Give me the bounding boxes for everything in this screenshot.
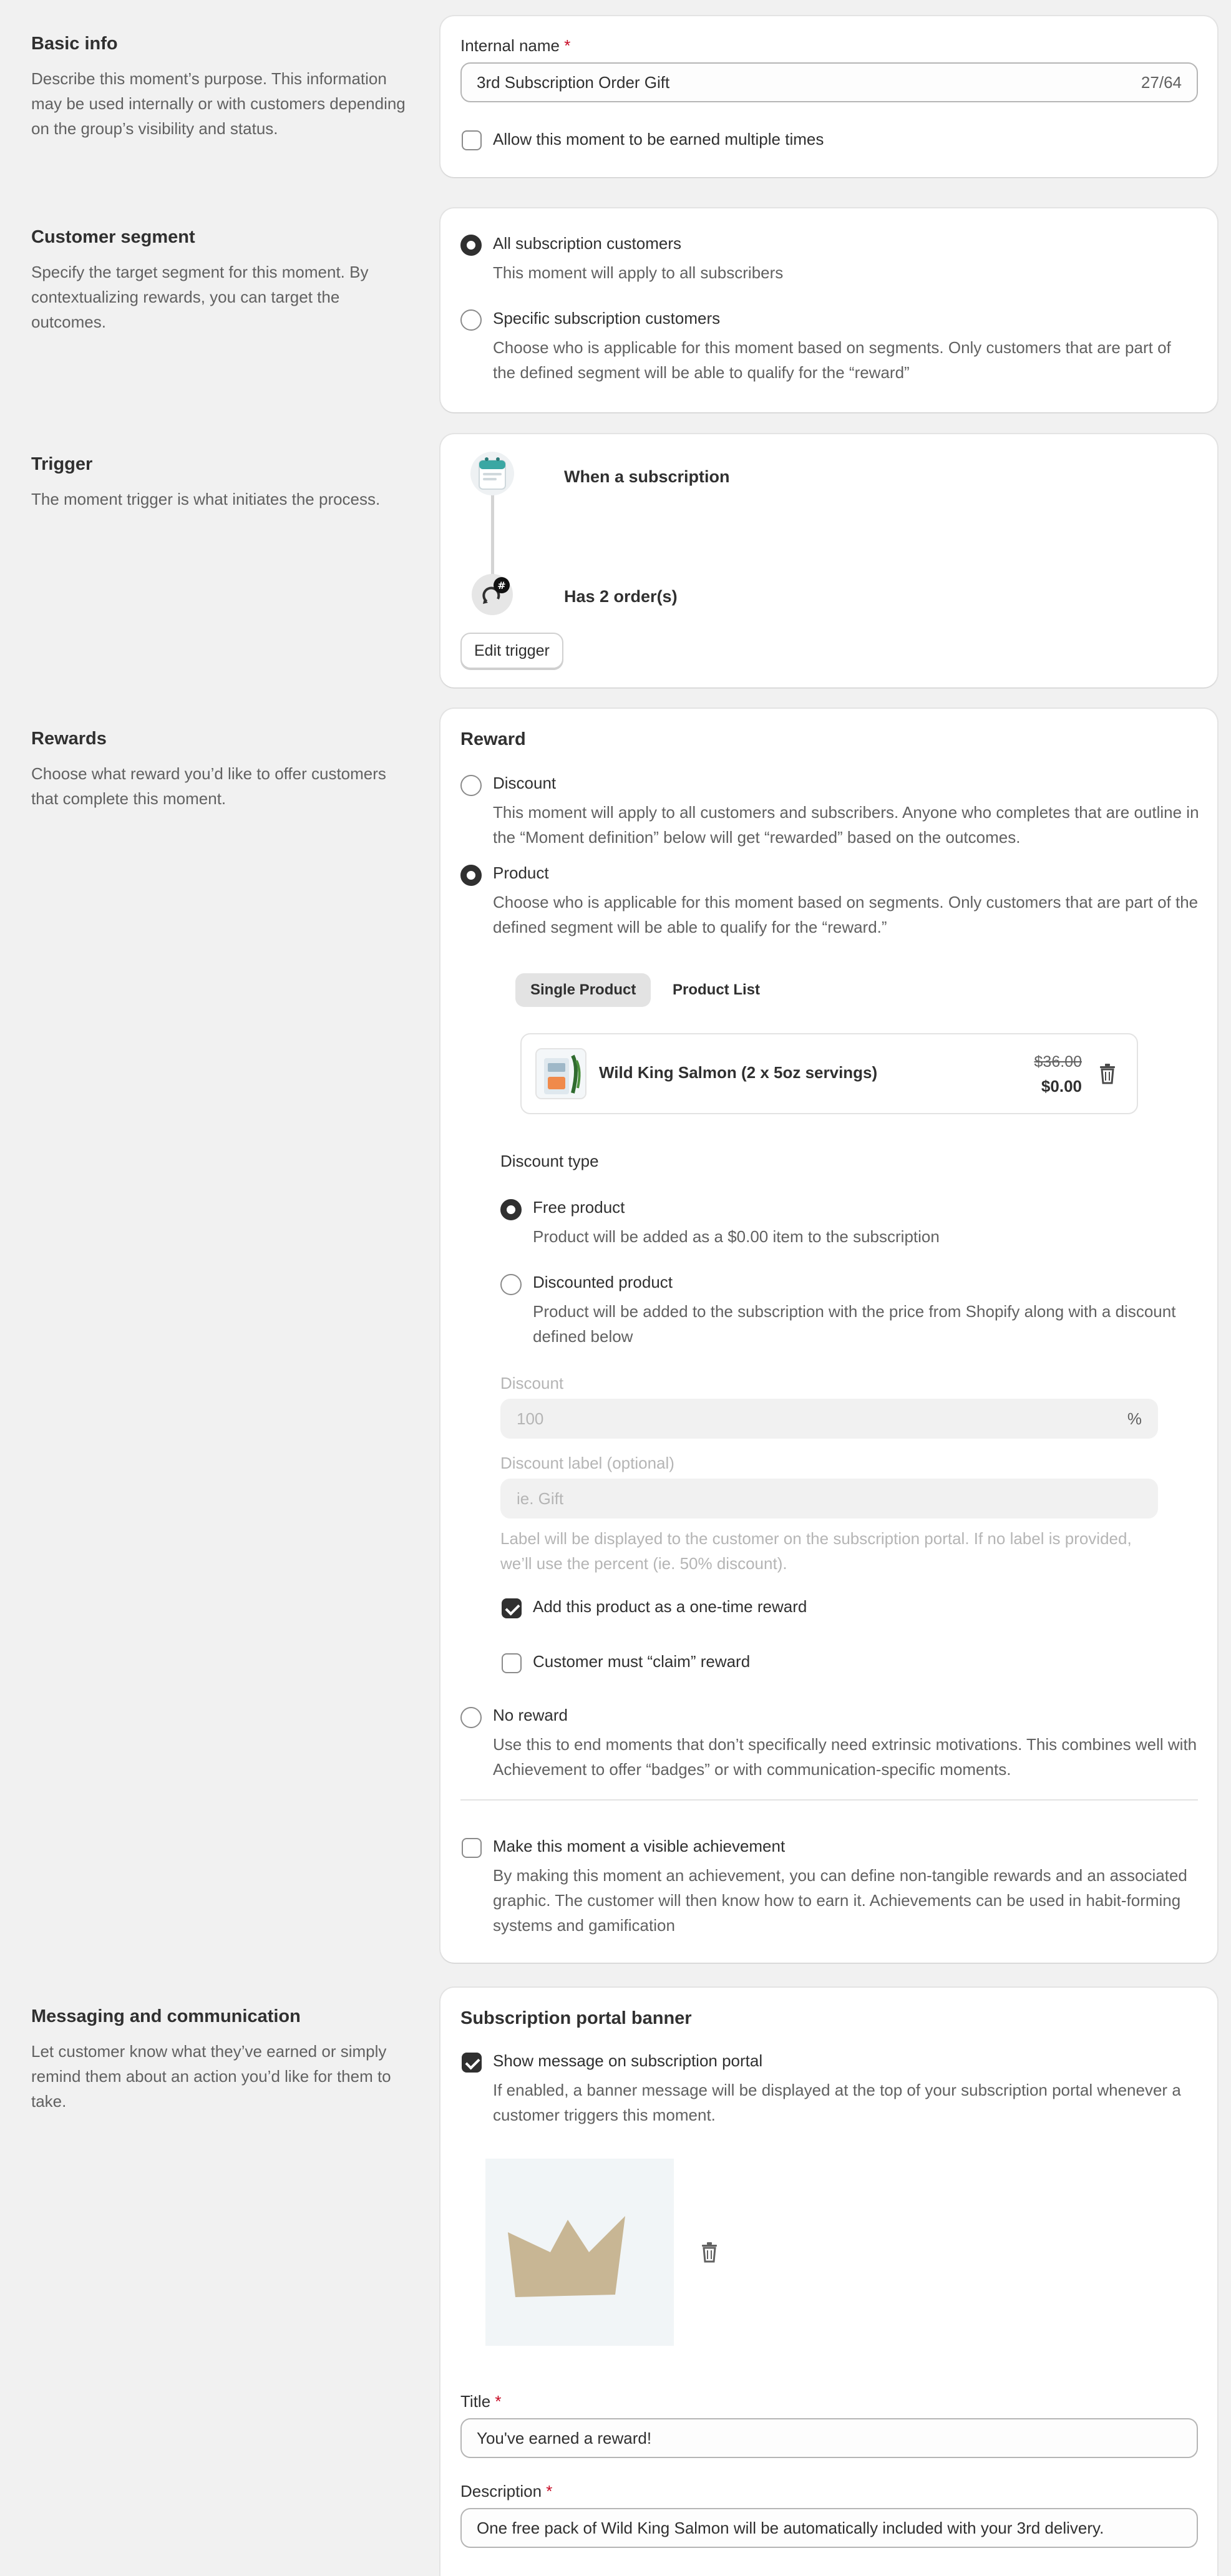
show-message-help: If enabled, a banner message will be dis… (493, 2081, 1181, 2124)
achievement-help: By making this moment an achievement, yo… (493, 1866, 1187, 1935)
segment-card: All subscription customers This moment w… (440, 208, 1217, 412)
internal-name-input[interactable]: 3rd Subscription Order Gift 27/64 (460, 62, 1198, 102)
discount-label-placeholder: ie. Gift (517, 1489, 564, 1508)
banner-title-label: Title * (460, 2392, 502, 2411)
char-count: 27/64 (1141, 73, 1182, 92)
banner-description-input[interactable]: One free pack of Wild King Salmon will b… (460, 2508, 1198, 2548)
banner-title-value: You've earned a reward! (477, 2429, 652, 2447)
crown-icon (508, 2216, 625, 2297)
messaging-section: Messaging and communication Let customer… (0, 1978, 1231, 2576)
no-reward-help: Use this to end moments that don’t speci… (493, 1735, 1197, 1779)
rewards-heading: Rewards (31, 729, 107, 749)
basic-info-sidebar: Basic info Describe this moment’s purpos… (31, 32, 406, 141)
segment-all-label: All subscription customers (493, 234, 681, 253)
multiple-times-label: Allow this moment to be earned multiple … (493, 130, 824, 148)
achievement-label: Make this moment a visible achievement (493, 1837, 786, 1855)
discount-field-label: Discount (500, 1374, 564, 1392)
trigger-step-2: Has 2 order(s) (564, 587, 678, 606)
banner-image[interactable] (485, 2159, 674, 2346)
trigger-description: The moment trigger is what initiates the… (31, 489, 381, 508)
discount-label-help: Label will be displayed to the customer … (500, 1529, 1132, 1573)
edit-trigger-button[interactable]: Edit trigger (460, 633, 563, 669)
messaging-description: Let customer know what they’ve earned or… (31, 2041, 391, 2111)
discount-placeholder: 100 (517, 1409, 544, 1428)
basic-info-heading: Basic info (31, 34, 118, 54)
discounted-product-label: Discounted product (533, 1273, 673, 1291)
messaging-card: Subscription portal banner Show message … (440, 1988, 1217, 2576)
internal-name-label: Internal name * (460, 36, 571, 55)
remove-product-trash-icon[interactable] (1098, 1063, 1117, 1084)
segment-description: Specify the target segment for this mome… (31, 262, 369, 331)
reward-product-label: Product (493, 863, 549, 882)
reward-discount-label: Discount (493, 774, 557, 792)
segment-all-help: This moment will apply to all subscriber… (493, 263, 784, 282)
rewards-card: Reward Discount This moment will apply t… (440, 709, 1217, 1963)
tab-single-product[interactable]: Single Product (515, 973, 651, 1007)
show-message-checkbox[interactable] (462, 2053, 482, 2073)
rewards-sidebar: Rewards Choose what reward you’d like to… (31, 727, 406, 811)
no-reward-radio[interactable] (460, 1707, 482, 1728)
rewards-divider (460, 1799, 1198, 1801)
messaging-sidebar: Messaging and communication Let customer… (31, 2005, 406, 2114)
basic-info-section: Basic info Describe this moment’s purpos… (0, 0, 1231, 187)
reward-discount-help: This moment will apply to all customers … (493, 803, 1199, 847)
claim-reward-checkbox[interactable] (502, 1653, 522, 1673)
reward-product-help: Choose who is applicable for this moment… (493, 893, 1199, 936)
show-message-label: Show message on subscription portal (493, 2051, 763, 2070)
tab-product-list[interactable]: Product List (658, 973, 775, 1007)
banner-description-value: One free pack of Wild King Salmon will b… (477, 2519, 1104, 2537)
one-time-reward-label: Add this product as a one-time reward (533, 1597, 807, 1616)
discount-input[interactable]: 100 % (500, 1399, 1158, 1439)
segment-sidebar: Customer segment Specify the target segm… (31, 226, 406, 334)
one-time-reward-checkbox[interactable] (502, 1598, 522, 1618)
reward-product-radio[interactable] (460, 865, 482, 886)
rewards-section: Rewards Choose what reward you’d like to… (0, 699, 1231, 1978)
messaging-heading: Messaging and communication (31, 2006, 301, 2026)
discount-suffix: % (1127, 1409, 1142, 1428)
segment-specific-label: Specific subscription customers (493, 309, 721, 328)
banner-description-label: Description * (460, 2482, 553, 2501)
selected-product-card: Wild King Salmon (2 x 5oz servings) $36.… (520, 1033, 1138, 1114)
claim-reward-label: Customer must “claim” reward (533, 1652, 751, 1671)
svg-text:#: # (497, 580, 505, 591)
no-reward-label: No reward (493, 1706, 568, 1724)
free-product-radio[interactable] (500, 1199, 522, 1220)
discount-label-input[interactable]: ie. Gift (500, 1479, 1158, 1519)
reward-discount-radio[interactable] (460, 775, 482, 796)
trigger-section: Trigger The moment trigger is what initi… (0, 424, 1231, 699)
discounted-product-help: Product will be added to the subscriptio… (533, 1302, 1176, 1346)
banner-title-input[interactable]: You've earned a reward! (460, 2418, 1198, 2458)
basic-info-card: Internal name * 3rd Subscription Order G… (440, 16, 1217, 177)
segment-specific-radio[interactable] (460, 309, 482, 331)
subscription-icon (470, 452, 514, 495)
segment-all-radio[interactable] (460, 235, 482, 256)
segment-specific-help: Choose who is applicable for this moment… (493, 338, 1171, 382)
discounted-product-radio[interactable] (500, 1274, 522, 1295)
segment-section: Customer segment Specify the target segm… (0, 187, 1231, 424)
trigger-heading: Trigger (31, 454, 93, 474)
trigger-card: When a subscription # Has 2 order(s) Edi… (440, 434, 1217, 688)
discount-label-field-label: Discount label (optional) (500, 1454, 674, 1472)
rewards-description: Choose what reward you’d like to offer c… (31, 764, 386, 808)
achievement-checkbox[interactable] (462, 1838, 482, 1858)
discount-type-label: Discount type (500, 1152, 599, 1170)
free-product-help: Product will be added as a $0.00 item to… (533, 1227, 940, 1246)
segment-heading: Customer segment (31, 227, 195, 247)
multiple-times-checkbox[interactable] (462, 130, 482, 150)
internal-name-value: 3rd Subscription Order Gift (477, 73, 670, 92)
trigger-step-1: When a subscription (564, 467, 730, 486)
reward-card-title: Reward (460, 729, 526, 749)
free-product-label: Free product (533, 1198, 625, 1217)
basic-info-description: Describe this moment’s purpose. This inf… (31, 69, 406, 138)
product-name: Wild King Salmon (2 x 5oz servings) (599, 1063, 878, 1082)
product-thumbnail (535, 1048, 586, 1099)
order-count-icon: # (472, 574, 513, 615)
portal-banner-title: Subscription portal banner (460, 2008, 692, 2028)
trigger-sidebar: Trigger The moment trigger is what initi… (31, 453, 406, 512)
product-original-price: $36.00 (1034, 1053, 1082, 1071)
product-price: $0.00 (1041, 1077, 1082, 1096)
remove-image-trash-icon[interactable] (700, 2242, 719, 2263)
